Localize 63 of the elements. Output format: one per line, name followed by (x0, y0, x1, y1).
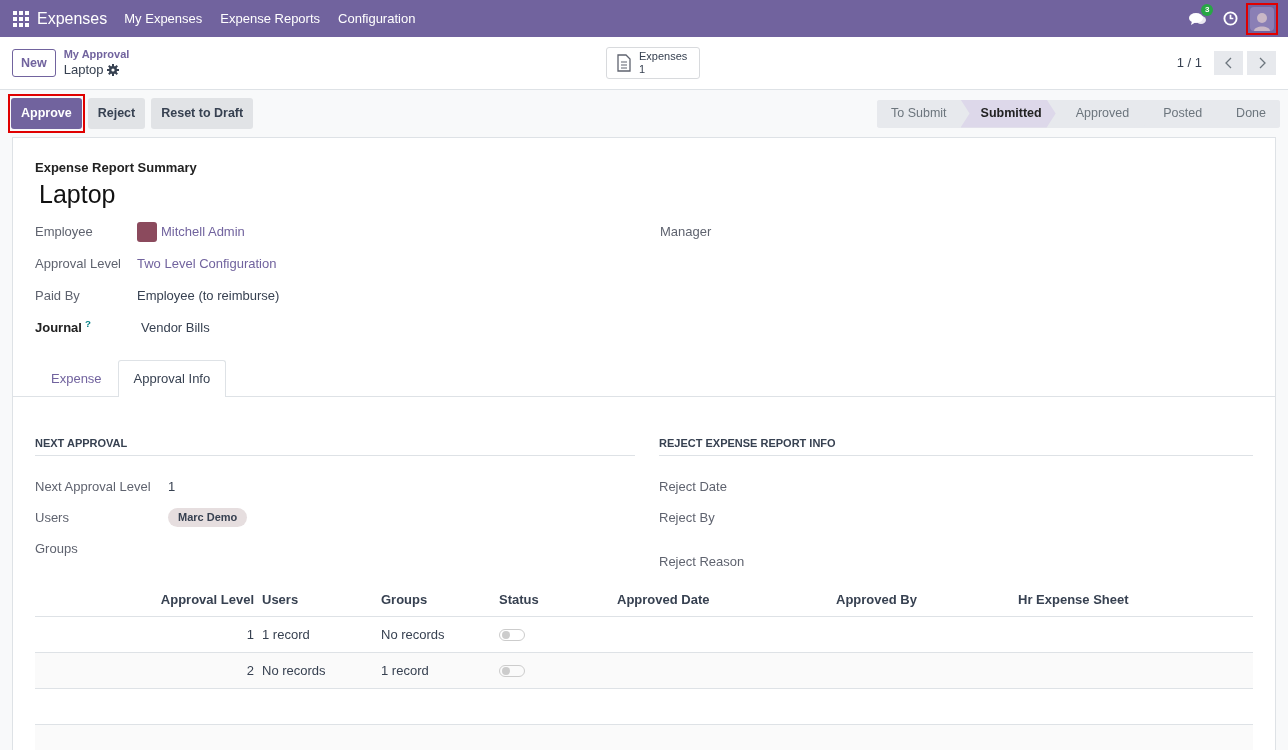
previous-button[interactable] (1214, 51, 1243, 75)
chevron-right-icon (1257, 57, 1266, 69)
field-label: Reject Date (659, 477, 728, 496)
column-header[interactable]: Approval Level (35, 583, 258, 616)
table-cell-text: 1 record (261, 625, 311, 644)
breadcrumb-link[interactable]: My Approval (63, 48, 130, 62)
field-label: Paid By (35, 287, 81, 306)
expenses-smart-button[interactable]: Expenses 1 (606, 46, 700, 80)
section-heading: NEXT APPROVAL (35, 434, 635, 456)
chevron-left-icon (1224, 57, 1233, 69)
next-button[interactable] (1247, 51, 1276, 75)
field-label: Next Approval Level (35, 477, 152, 496)
smart-button-count: 1 (639, 63, 647, 77)
table-cell-text: 2 (245, 661, 255, 680)
document-icon (617, 54, 631, 72)
user-tag[interactable]: Marc Demo (168, 508, 248, 527)
field-link[interactable]: Two Level Configuration (137, 254, 277, 274)
column-header[interactable]: Status (495, 583, 613, 616)
action-button[interactable]: Approve (11, 98, 82, 129)
field-value: Employee (to reimburse) (137, 287, 280, 306)
smart-button-label: Expenses (639, 49, 688, 63)
employee-avatar (137, 222, 157, 242)
breadcrumb-current: Laptop (63, 61, 104, 78)
help-tooltip[interactable]: ? (84, 318, 91, 330)
action-button[interactable]: Reject (87, 98, 146, 129)
form-caption: Expense Report Summary (35, 159, 198, 177)
field-label: Journal $^{?}$ (35, 318, 92, 338)
field-label: Reject By (659, 508, 716, 527)
column-header[interactable]: Approved Date (613, 583, 832, 616)
table-cell-text: 1 record (380, 661, 430, 680)
column-header[interactable]: Users (258, 583, 377, 616)
action-button[interactable]: Reset to Draft (151, 98, 254, 129)
menu-item[interactable]: Configuration (329, 8, 425, 29)
column-header[interactable]: Hr Expense Sheet (1014, 583, 1253, 616)
field-value: Vendor Bills (141, 319, 210, 338)
field-label: Groups (35, 539, 79, 558)
menu-item[interactable]: My Expenses (115, 8, 212, 29)
table-cell-text: No records (261, 661, 327, 680)
status-step[interactable]: Submitted (960, 99, 1056, 128)
pager-value: 1 / 1 (1176, 54, 1202, 73)
form-tab[interactable]: Expense (35, 360, 118, 397)
table-cell-text: No records (380, 625, 446, 644)
table-cell-text: 1 (245, 625, 255, 644)
field-label: Reject Reason (659, 552, 746, 571)
column-header[interactable]: Approved By (832, 583, 1014, 616)
clock-icon[interactable] (1223, 11, 1238, 26)
chat-icon[interactable] (1189, 11, 1207, 26)
record-title: Laptop (39, 178, 116, 210)
new-button[interactable]: New (12, 48, 56, 78)
form-tab[interactable]: Approval Info (117, 360, 227, 397)
notification-badge: 3 (1201, 3, 1214, 16)
field-label: Manager (660, 223, 713, 242)
field-label: Employee (35, 223, 94, 242)
menu-item[interactable]: Expense Reports (211, 8, 330, 29)
field-value: 1 (168, 477, 176, 496)
section-heading: REJECT EXPENSE REPORT INFO (659, 434, 1253, 456)
apps-menu-icon[interactable] (13, 10, 29, 27)
field-label: Users (35, 508, 70, 527)
settings-icon[interactable] (107, 63, 120, 76)
app-name[interactable]: Expenses (29, 6, 116, 31)
column-header[interactable]: Groups (377, 583, 495, 616)
field-label: Approval Level (35, 255, 122, 274)
field-link[interactable]: Mitchell Admin (161, 222, 245, 242)
